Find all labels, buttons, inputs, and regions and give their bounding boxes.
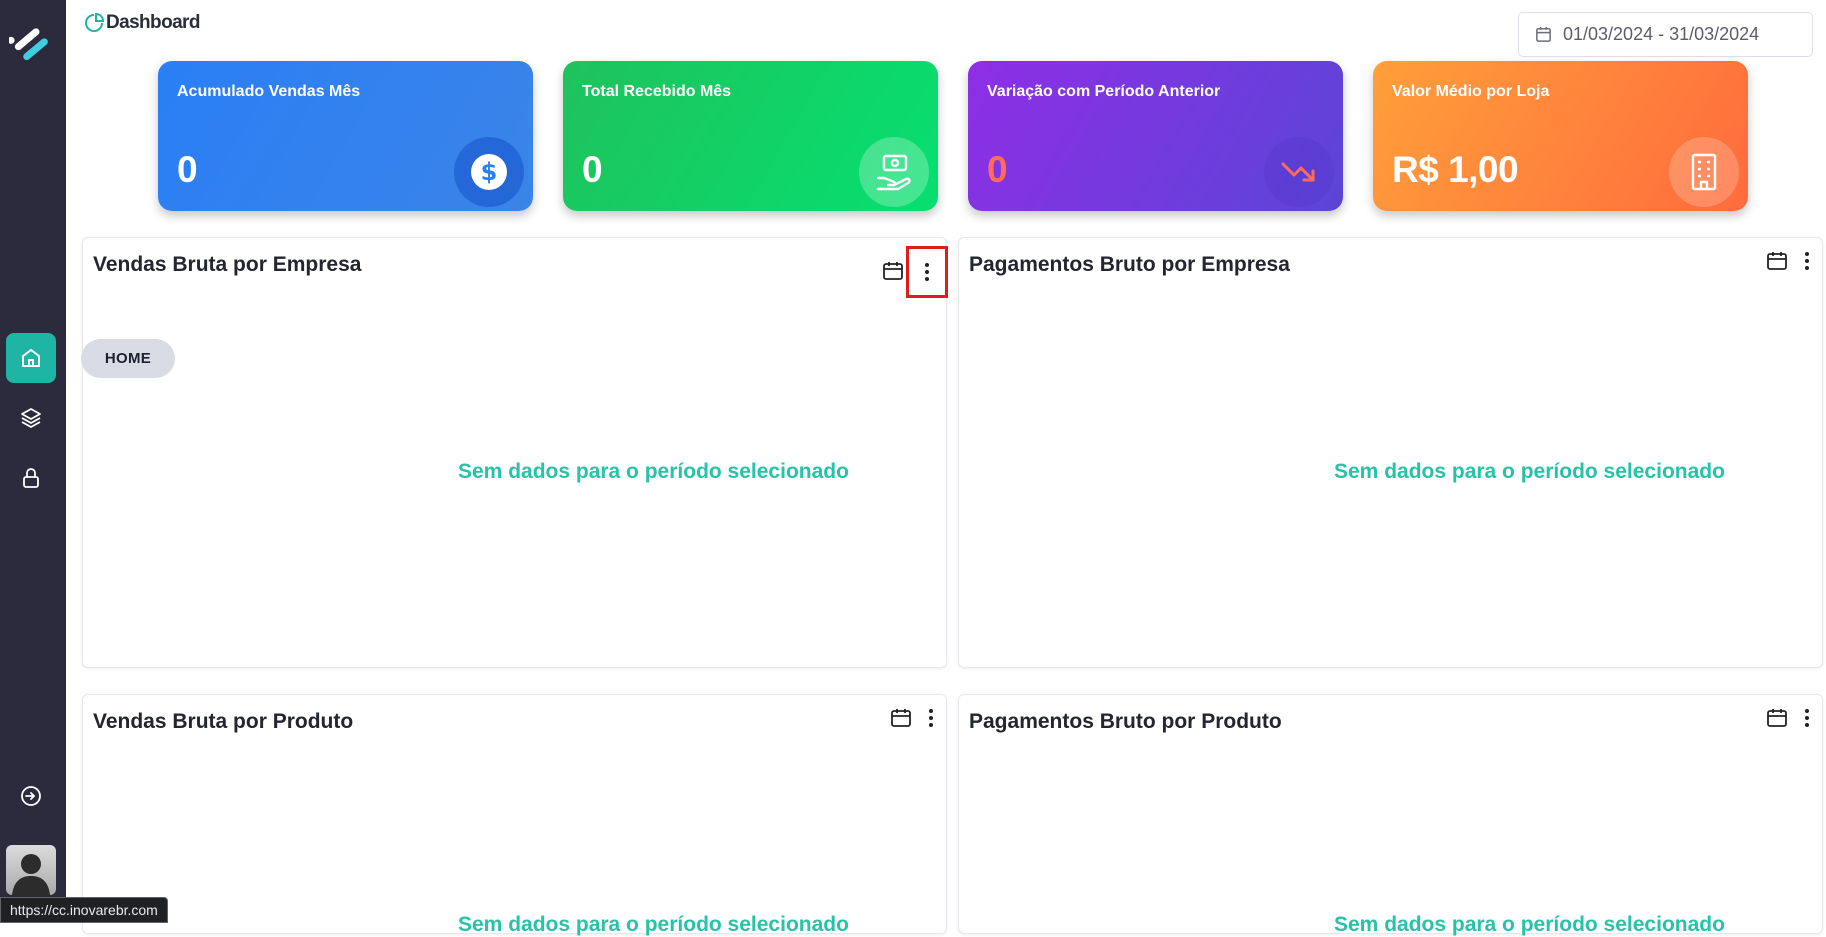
calendar-icon xyxy=(891,709,911,727)
building-icon xyxy=(1691,153,1717,191)
kpi-card-average-value: Valor Médio por Loja R$ 1,00 xyxy=(1373,61,1748,211)
kpi-icon-wrap xyxy=(859,137,929,207)
vertical-dots-icon xyxy=(925,263,929,281)
date-range-picker[interactable]: 01/03/2024 - 31/03/2024 xyxy=(1518,12,1813,57)
panel-toolbar xyxy=(1762,246,1822,276)
kpi-icon-wrap: $ xyxy=(454,137,524,207)
panel-payments-by-company: Pagamentos Bruto por Empresa Sem dados p… xyxy=(958,237,1823,668)
panel-toolbar xyxy=(886,703,946,733)
logout-icon xyxy=(21,786,41,806)
vertical-dots-icon xyxy=(1805,252,1809,270)
panel-payments-by-product: Pagamentos Bruto por Produto Sem dados p… xyxy=(958,694,1823,936)
calendar-button[interactable] xyxy=(1762,246,1792,276)
empty-state-message: Sem dados para o período selecionado xyxy=(1334,913,1725,936)
panel-title: Pagamentos Bruto por Empresa xyxy=(969,253,1290,276)
panel-toolbar xyxy=(878,246,948,298)
sidebar xyxy=(0,0,66,923)
kpi-value: 0 xyxy=(582,149,603,190)
empty-state-message: Sem dados para o período selecionado xyxy=(458,913,849,936)
kpi-card-variation: Variação com Período Anterior 0 xyxy=(968,61,1343,211)
more-options-button[interactable] xyxy=(1792,246,1822,276)
kpi-value: R$ 1,00 xyxy=(1392,149,1519,190)
lock-icon xyxy=(23,468,39,488)
status-bar-url: https://cc.inovarebr.com xyxy=(0,897,168,923)
calendar-icon xyxy=(1767,709,1787,727)
user-silhouette-icon xyxy=(12,854,50,895)
layers-icon xyxy=(21,408,41,428)
dollar-icon: $ xyxy=(471,154,507,190)
more-options-button[interactable] xyxy=(906,246,948,298)
calendar-icon xyxy=(883,262,903,280)
page-title: Dashboard xyxy=(84,12,200,34)
trend-down-icon xyxy=(1281,162,1315,182)
user-avatar[interactable] xyxy=(6,845,56,895)
kpi-title: Valor Médio por Loja xyxy=(1392,83,1550,100)
more-options-button[interactable] xyxy=(1792,703,1822,733)
app-logo-icon[interactable] xyxy=(9,22,55,68)
pie-chart-icon xyxy=(85,13,104,32)
kpi-value: 0 xyxy=(177,149,198,190)
kpi-title: Acumulado Vendas Mês xyxy=(177,83,361,100)
calendar-button[interactable] xyxy=(878,256,908,286)
vertical-dots-icon xyxy=(929,709,933,727)
panel-sales-by-company: Vendas Bruta por Empresa Sem dados para … xyxy=(82,237,948,668)
panel-toolbar xyxy=(1762,703,1822,733)
page-title-text: Dashboard xyxy=(106,12,200,33)
kpi-card-total-received: Total Recebido Mês 0 xyxy=(563,61,938,211)
panel-sales-by-product: Vendas Bruta por Produto Sem dados para … xyxy=(82,694,947,936)
sidebar-item-home[interactable] xyxy=(6,333,56,383)
kpi-title: Variação com Período Anterior xyxy=(987,83,1221,100)
home-tag: HOME xyxy=(81,339,175,378)
calendar-icon xyxy=(1767,252,1787,270)
panel-title: Vendas Bruta por Produto xyxy=(93,710,354,733)
panel-title: Pagamentos Bruto por Produto xyxy=(969,710,1282,733)
kpi-value: 0 xyxy=(987,149,1008,190)
calendar-icon xyxy=(1536,26,1551,42)
kpi-icon-wrap xyxy=(1264,137,1334,207)
sidebar-item-lock[interactable] xyxy=(6,453,56,503)
more-options-button[interactable] xyxy=(916,703,946,733)
sidebar-item-layers[interactable] xyxy=(6,393,56,443)
kpi-title: Total Recebido Mês xyxy=(582,83,732,100)
date-range-text: 01/03/2024 - 31/03/2024 xyxy=(1563,24,1760,44)
svg-text:$: $ xyxy=(481,158,498,186)
kpi-icon-wrap xyxy=(1669,137,1739,207)
empty-state-message: Sem dados para o período selecionado xyxy=(458,460,849,483)
calendar-button[interactable] xyxy=(886,703,916,733)
money-hand-icon xyxy=(876,154,911,191)
panel-title: Vendas Bruta por Empresa xyxy=(93,253,362,276)
kpi-card-accumulated-sales: Acumulado Vendas Mês 0 $ xyxy=(158,61,533,211)
home-icon xyxy=(22,349,40,367)
calendar-button[interactable] xyxy=(1762,703,1792,733)
vertical-dots-icon xyxy=(1805,709,1809,727)
empty-state-message: Sem dados para o período selecionado xyxy=(1334,460,1725,483)
sidebar-item-logout[interactable] xyxy=(6,771,56,821)
